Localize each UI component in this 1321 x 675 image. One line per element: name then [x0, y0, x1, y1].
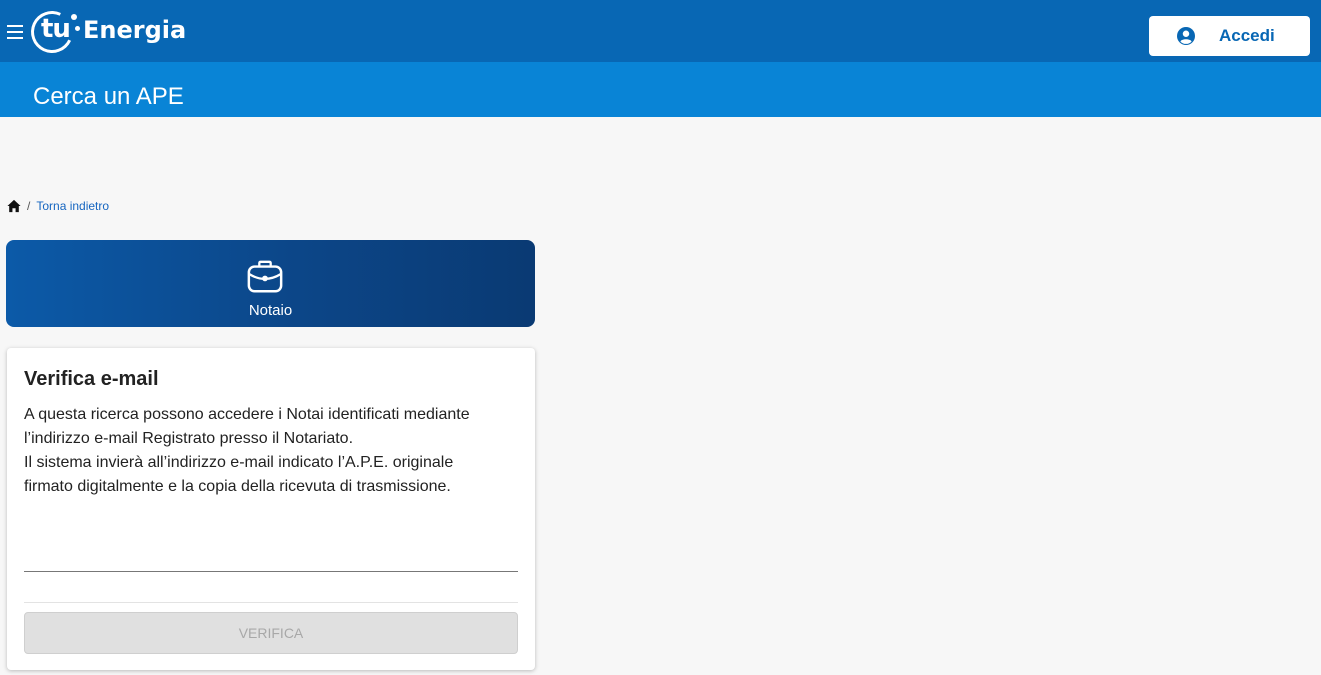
home-icon[interactable] [7, 199, 21, 213]
email-field[interactable] [24, 540, 518, 572]
login-label: Accedi [1219, 26, 1275, 45]
hamburger-menu-icon[interactable] [7, 25, 23, 39]
logo-prefix: tu [41, 14, 71, 44]
brand-logo[interactable]: tu Energia [25, 5, 186, 59]
verify-description: A questa ricerca possono accedere i Nota… [24, 403, 524, 499]
verify-email-card: Verifica e-mail A questa ricerca possono… [7, 348, 535, 670]
user-circle-icon [1177, 27, 1195, 45]
verify-title: Verifica e-mail [24, 368, 159, 390]
breadcrumb: / Torna indietro [7, 199, 109, 213]
back-link[interactable]: Torna indietro [36, 199, 109, 213]
breadcrumb-separator: / [27, 199, 31, 213]
notaio-label: Notaio [248, 302, 293, 319]
verify-description-line: l’indirizzo e-mail Registrato presso il … [24, 430, 354, 447]
logo-brand-name: Energia [83, 16, 187, 44]
page-title: Cerca un APE [33, 83, 184, 110]
briefcase-icon [247, 260, 283, 293]
login-button[interactable]: Accedi [1149, 16, 1310, 56]
verify-description-line: Il sistema invierà all’indirizzo e-mail … [24, 454, 454, 471]
verifica-button[interactable]: VERIFICA [24, 612, 518, 654]
top-navbar: tu Energia Accedi [0, 0, 1321, 62]
notaio-role-card[interactable]: Notaio [6, 240, 535, 327]
verify-description-line: firmato digitalmente e la copia della ri… [24, 478, 451, 495]
divider [24, 602, 518, 603]
verify-description-line: A questa ricerca possono accedere i Nota… [24, 406, 470, 423]
page-header: Cerca un APE [0, 62, 1321, 117]
